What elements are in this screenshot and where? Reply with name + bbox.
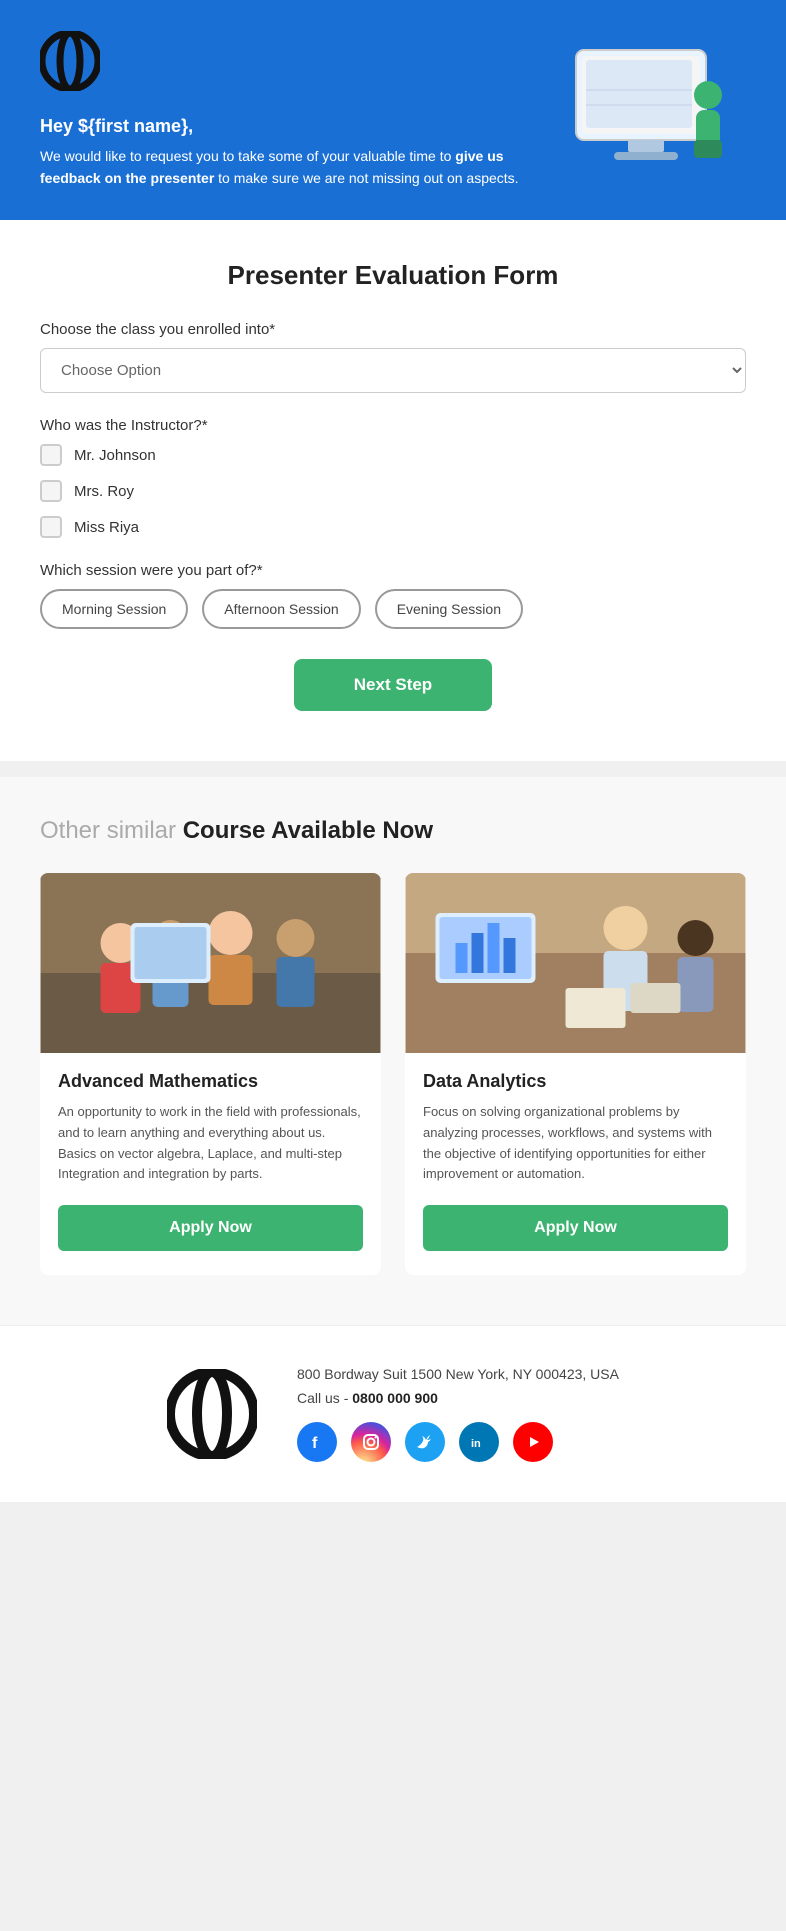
checkbox-mrs-roy[interactable] [40,480,62,502]
next-step-button[interactable]: Next Step [294,659,492,711]
course-title-analytics: Data Analytics [423,1071,728,1092]
svg-text:f: f [312,1435,318,1452]
footer-phone-number: 0800 000 900 [352,1390,438,1406]
footer-logo-icon [167,1369,257,1459]
social-facebook[interactable]: f [297,1422,337,1462]
class-label: Choose the class you enrolled into* [40,321,746,338]
apply-button-analytics[interactable]: Apply Now [423,1205,728,1251]
session-evening[interactable]: Evening Session [375,589,523,629]
session-afternoon[interactable]: Afternoon Session [202,589,360,629]
social-instagram[interactable] [351,1422,391,1462]
course-title-math: Advanced Mathematics [58,1071,363,1092]
instructor-group: Who was the Instructor?* Mr. Johnson Mrs… [40,417,746,538]
footer-phone: Call us - 0800 000 900 [297,1390,619,1406]
social-linkedin[interactable]: in [459,1422,499,1462]
instructor-label-mrs-roy: Mrs. Roy [74,483,134,500]
svg-text:in: in [471,1438,481,1450]
instructor-label: Who was the Instructor?* [40,417,746,434]
course-image-math [40,873,381,1053]
header-illustration [546,30,746,190]
course-card-analytics: Data Analytics Focus on solving organiza… [405,873,746,1275]
course-desc-analytics: Focus on solving organizational problems… [423,1102,728,1185]
apply-button-math[interactable]: Apply Now [58,1205,363,1251]
instructor-mrs-roy[interactable]: Mrs. Roy [40,480,746,502]
courses-grid: Advanced Mathematics An opportunity to w… [40,873,746,1275]
class-group: Choose the class you enrolled into* Choo… [40,321,746,393]
social-youtube[interactable] [513,1422,553,1462]
social-icons: f in [297,1422,619,1462]
session-pills: Morning Session Afternoon Session Evenin… [40,589,746,629]
footer-info: 800 Bordway Suit 1500 New York, NY 00042… [297,1366,619,1462]
course-body-analytics: Data Analytics Focus on solving organiza… [405,1053,746,1275]
footer-address: 800 Bordway Suit 1500 New York, NY 00042… [297,1366,619,1382]
class-select[interactable]: Choose Option Class 1 Class 2 Class 3 [40,348,746,393]
instructor-miss-riya[interactable]: Miss Riya [40,516,746,538]
form-title: Presenter Evaluation Form [40,260,746,291]
courses-heading-light: Other similar [40,817,176,844]
courses-heading-bold: Course Available Now [183,817,433,844]
greeting-text: Hey ${first name}, [40,116,526,137]
form-section: Presenter Evaluation Form Choose the cla… [0,220,786,761]
checkbox-miss-riya[interactable] [40,516,62,538]
session-group: Which session were you part of?* Morning… [40,562,746,629]
instructor-mr-johnson[interactable]: Mr. Johnson [40,444,746,466]
checkbox-mr-johnson[interactable] [40,444,62,466]
course-card-math: Advanced Mathematics An opportunity to w… [40,873,381,1275]
logo-icon [40,31,100,91]
social-twitter[interactable] [405,1422,445,1462]
courses-section: Other similar Course Available Now [0,777,786,1325]
session-label: Which session were you part of?* [40,562,746,579]
header-left: Hey ${first name}, We would like to requ… [40,31,526,190]
checkbox-group: Mr. Johnson Mrs. Roy Miss Riya [40,444,746,538]
course-body-math: Advanced Mathematics An opportunity to w… [40,1053,381,1275]
instructor-label-miss-riya: Miss Riya [74,519,139,536]
body-text: We would like to request you to take som… [40,145,526,190]
footer: 800 Bordway Suit 1500 New York, NY 00042… [0,1325,786,1502]
instructor-label-mr-johnson: Mr. Johnson [74,447,156,464]
session-morning[interactable]: Morning Session [40,589,188,629]
header-banner: Hey ${first name}, We would like to requ… [0,0,786,220]
course-image-analytics [405,873,746,1053]
courses-heading: Other similar Course Available Now [40,817,746,845]
course-desc-math: An opportunity to work in the field with… [58,1102,363,1185]
